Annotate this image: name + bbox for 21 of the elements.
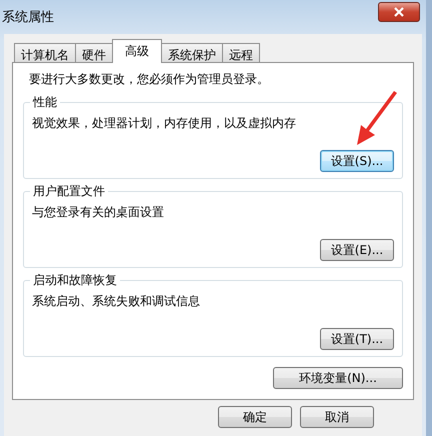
tab[interactable]: 硬件 xyxy=(75,43,113,63)
close-icon xyxy=(393,7,405,17)
group-title: 用户配置文件 xyxy=(30,183,108,200)
tab[interactable]: 高级 xyxy=(112,39,162,63)
group-title: 性能 xyxy=(30,94,60,111)
group-description: 与您登录有关的桌面设置 xyxy=(32,204,165,221)
tab[interactable]: 计算机名 xyxy=(14,43,76,63)
group-description: 视觉效果，处理器计划，内存使用，以及虚拟内存 xyxy=(32,115,297,132)
group-title: 启动和故障恢复 xyxy=(30,272,120,289)
window-title: 系统属性 xyxy=(2,9,54,26)
settings-button[interactable]: 设置(S)... xyxy=(320,150,394,172)
dialog-button[interactable]: 取消 xyxy=(300,406,374,428)
tab[interactable]: 远程 xyxy=(222,43,260,63)
admin-notice: 要进行大多数更改，您必须作为管理员登录。 xyxy=(28,71,270,88)
settings-button[interactable]: 设置(T)... xyxy=(320,328,394,350)
close-button[interactable] xyxy=(378,2,420,22)
group-description: 系统启动、系统失败和调试信息 xyxy=(32,293,201,310)
dialog-button[interactable]: 确定 xyxy=(218,406,292,428)
tab[interactable]: 系统保护 xyxy=(161,43,223,63)
environment-variables-button[interactable]: 环境变量(N)... xyxy=(273,367,403,389)
settings-button[interactable]: 设置(E)... xyxy=(320,239,394,261)
